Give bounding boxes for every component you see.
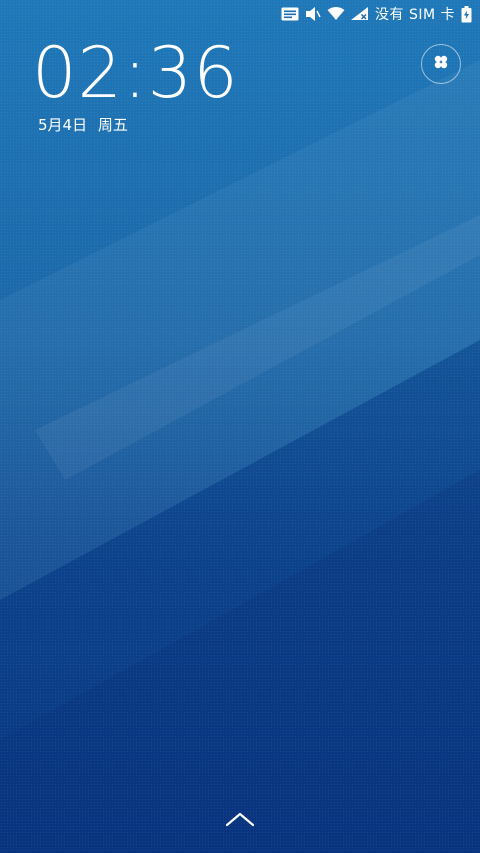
carrier-text: 没有 SIM 卡 <box>375 7 455 23</box>
wifi-icon <box>327 4 345 24</box>
battery-charging-icon <box>461 4 472 24</box>
chevron-up-icon <box>225 811 255 831</box>
four-petal-flower-icon <box>433 54 449 74</box>
lockscreen-clock: 02:36 <box>32 32 239 114</box>
notification-message-icon <box>281 4 299 24</box>
swipe-up-unlock-handle[interactable] <box>224 810 256 832</box>
quick-shortcut-button[interactable] <box>421 44 461 84</box>
weekday-text: 周五 <box>97 116 128 134</box>
status-bar: 没有 SIM 卡 <box>0 0 480 28</box>
lock-screen: 没有 SIM 卡 02:36 5月4日 周五 <box>0 0 480 853</box>
volume-mute-icon <box>305 4 321 24</box>
lockscreen-date: 5月4日 周五 <box>38 114 128 135</box>
no-signal-icon <box>351 4 369 24</box>
date-text: 5月4日 <box>38 116 88 134</box>
